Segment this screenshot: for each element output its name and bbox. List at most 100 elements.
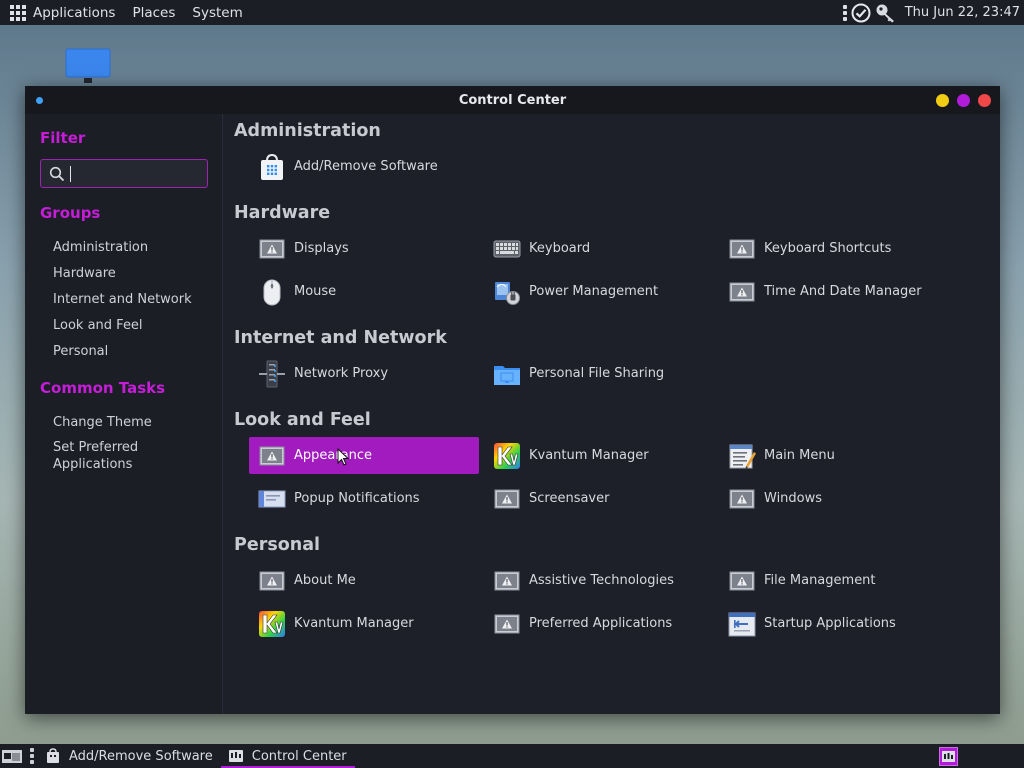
mouse-pointer-icon xyxy=(337,448,349,466)
main-menu-icon xyxy=(728,442,756,470)
kvantum-icon xyxy=(493,442,521,470)
task-set-preferred-applications[interactable]: Set Preferred Applications xyxy=(53,439,163,473)
window-title: Control Center xyxy=(458,92,567,108)
folder-share-icon xyxy=(493,360,521,388)
applet-kvantum-manager[interactable]: Kvantum Manager xyxy=(484,437,714,474)
mouse-icon xyxy=(258,278,286,306)
common-tasks-heading: Common Tasks xyxy=(40,379,166,397)
applet-main-menu[interactable]: Main Menu xyxy=(719,437,949,474)
group-look-and-feel[interactable]: Look and Feel xyxy=(53,317,143,334)
search-icon xyxy=(49,166,65,181)
group-hardware[interactable]: Hardware xyxy=(53,265,116,282)
filter-heading: Filter xyxy=(40,129,86,147)
applet-network-proxy[interactable]: Network Proxy xyxy=(249,355,479,392)
clock[interactable]: Thu Jun 22, 23:47 xyxy=(905,5,1020,20)
group-personal[interactable]: Personal xyxy=(53,343,108,360)
missing-image-icon xyxy=(728,278,756,306)
task-control-center[interactable]: Control Center xyxy=(220,744,355,768)
group-internet-and-network[interactable]: Internet and Network xyxy=(53,291,192,308)
applet-label: Kvantum Manager xyxy=(529,448,649,463)
applet-label: Assistive Technologies xyxy=(529,573,674,588)
applet-add-remove-software[interactable]: Add/Remove Software xyxy=(249,148,479,185)
control-center-window: Control Center Filter Groups Administrat… xyxy=(25,86,1000,714)
applet-windows[interactable]: Windows xyxy=(719,480,949,517)
applet-appearance[interactable]: Appearance xyxy=(249,437,479,474)
section-title-hardware: Hardware xyxy=(234,203,331,223)
power-management-icon xyxy=(493,278,521,306)
applet-label: Power Management xyxy=(529,284,659,299)
minimize-button[interactable] xyxy=(936,94,949,107)
missing-image-icon xyxy=(258,235,286,263)
menu-places[interactable]: Places xyxy=(132,5,175,21)
filter-box[interactable] xyxy=(40,159,208,188)
applet-label: Startup Applications xyxy=(764,616,896,631)
applet-label: Mouse xyxy=(294,284,337,299)
tray-handle-icon[interactable] xyxy=(842,4,847,21)
section-title-internet-and-network: Internet and Network xyxy=(234,328,447,348)
control-center-icon xyxy=(228,750,243,762)
applet-assistive-technologies[interactable]: Assistive Technologies xyxy=(484,562,714,599)
applet-mouse[interactable]: Mouse xyxy=(249,273,479,310)
applet-screensaver[interactable]: Screensaver xyxy=(484,480,714,517)
applet-label: Keyboard Shortcuts xyxy=(764,241,892,256)
task-label: Control Center xyxy=(251,748,347,764)
section-title-personal: Personal xyxy=(234,535,321,555)
maximize-button[interactable] xyxy=(957,94,970,107)
applet-popup-notifications[interactable]: Popup Notifications xyxy=(249,480,479,517)
missing-image-icon xyxy=(493,610,521,638)
applet-preferred-applications[interactable]: Preferred Applications xyxy=(484,605,714,642)
applet-label: Main Menu xyxy=(764,448,835,463)
desktop-computer-icon[interactable] xyxy=(65,48,111,84)
applet-time-and-date-manager[interactable]: Time And Date Manager xyxy=(719,273,949,310)
applet-about-me[interactable]: About Me xyxy=(249,562,479,599)
update-check-icon[interactable] xyxy=(851,3,871,23)
keyring-icon[interactable] xyxy=(875,3,897,23)
close-button[interactable] xyxy=(978,94,991,107)
startup-apps-icon xyxy=(728,610,756,638)
menu-system[interactable]: System xyxy=(192,5,242,21)
window-titlebar[interactable]: Control Center xyxy=(25,86,1000,114)
missing-image-icon xyxy=(728,567,756,595)
missing-image-icon xyxy=(728,235,756,263)
bottom-taskbar: Add/Remove Software Control Center xyxy=(0,744,1024,768)
applet-label: Windows xyxy=(764,491,823,506)
applet-label: Personal File Sharing xyxy=(529,366,665,381)
applet-label: Add/Remove Software xyxy=(294,159,438,174)
show-desktop-icon[interactable] xyxy=(1,748,23,764)
system-tray: Thu Jun 22, 23:47 xyxy=(842,0,1020,25)
applet-label: Appearance xyxy=(294,448,373,463)
filter-input[interactable] xyxy=(70,165,200,182)
missing-image-icon xyxy=(258,567,286,595)
sidebar: Filter Groups Administration Hardware In… xyxy=(25,114,223,714)
applet-displays[interactable]: Displays xyxy=(249,230,479,267)
task-add-remove-software[interactable]: Add/Remove Software xyxy=(38,744,221,768)
missing-image-icon xyxy=(258,442,286,470)
applet-label: Screensaver xyxy=(529,491,610,506)
section-title-administration: Administration xyxy=(234,121,381,141)
applet-label: Displays xyxy=(294,241,349,256)
missing-image-icon xyxy=(493,567,521,595)
applet-power-management[interactable]: Power Management xyxy=(484,273,714,310)
section-title-look-and-feel: Look and Feel xyxy=(234,410,371,430)
group-administration[interactable]: Administration xyxy=(53,239,148,256)
groups-heading: Groups xyxy=(40,204,101,222)
taskbar-handle-icon[interactable] xyxy=(30,748,34,764)
apps-grid-icon[interactable] xyxy=(9,4,27,22)
applet-label: Keyboard xyxy=(529,241,591,256)
applet-label: Popup Notifications xyxy=(294,491,420,506)
applet-kvantum-manager[interactable]: Kvantum Manager xyxy=(249,605,479,642)
applet-startup-applications[interactable]: Startup Applications xyxy=(719,605,949,642)
window-menu-icon[interactable] xyxy=(36,97,43,104)
notification-icon xyxy=(258,485,286,513)
task-change-theme[interactable]: Change Theme xyxy=(53,414,152,431)
workspace-switcher-icon[interactable] xyxy=(939,747,958,766)
applet-label: File Management xyxy=(764,573,876,588)
applet-keyboard[interactable]: Keyboard xyxy=(484,230,714,267)
applet-personal-file-sharing[interactable]: Personal File Sharing xyxy=(484,355,714,392)
software-store-icon xyxy=(258,153,286,181)
missing-image-icon xyxy=(728,485,756,513)
missing-image-icon xyxy=(493,485,521,513)
menu-applications[interactable]: Applications xyxy=(33,5,115,21)
applet-keyboard-shortcuts[interactable]: Keyboard Shortcuts xyxy=(719,230,949,267)
applet-file-management[interactable]: File Management xyxy=(719,562,949,599)
